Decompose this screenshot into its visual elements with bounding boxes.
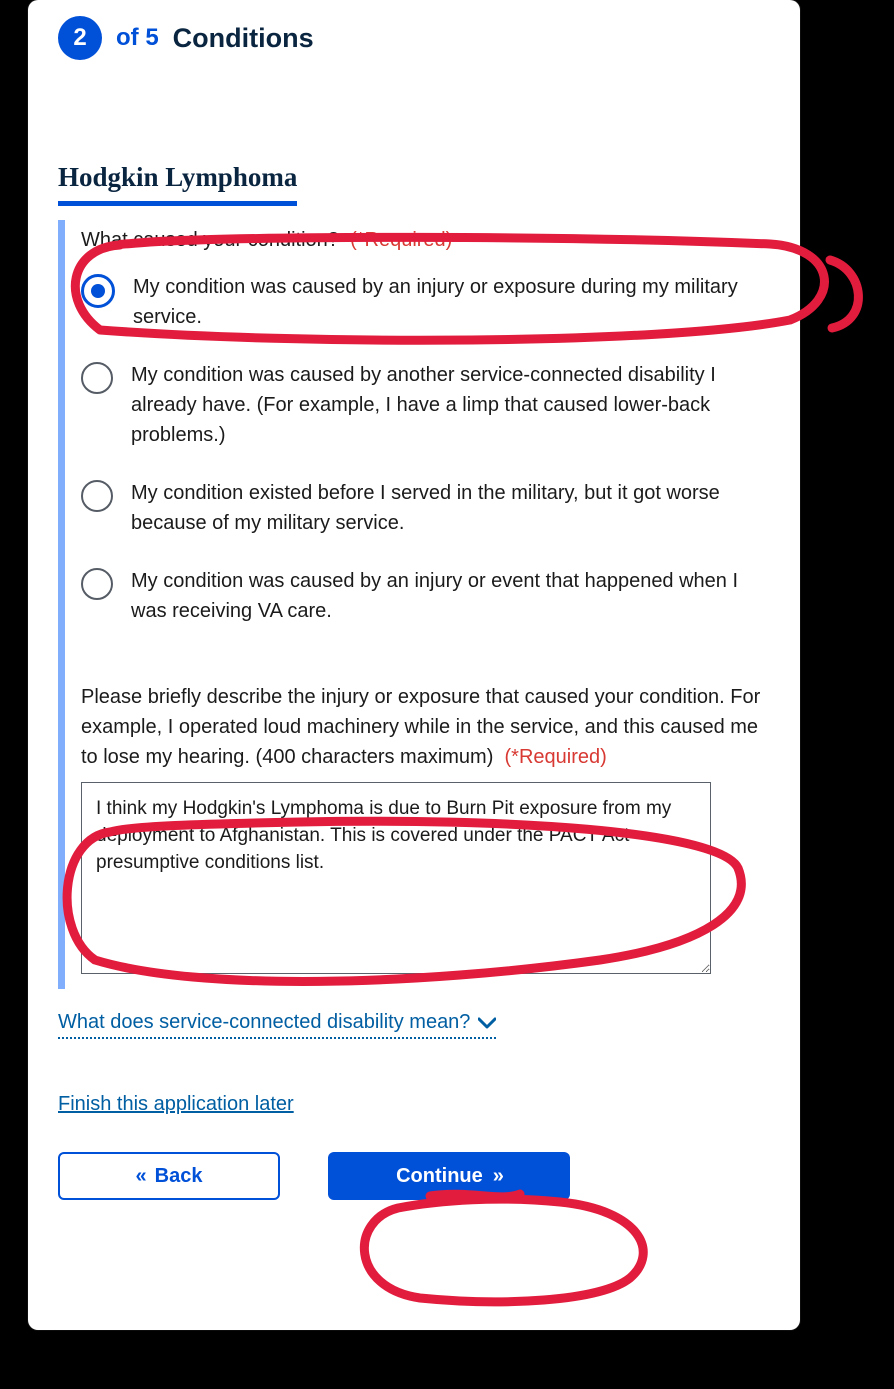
- step-section-name: Conditions: [173, 23, 314, 54]
- back-button[interactable]: « Back: [58, 1152, 280, 1200]
- step-of-text: of 5: [116, 24, 159, 52]
- condition-title: Hodgkin Lymphoma: [58, 162, 297, 206]
- button-row: « Back Continue »: [58, 1152, 770, 1200]
- expander-label: What does service-connected disability m…: [58, 1011, 470, 1034]
- finish-later-link[interactable]: Finish this application later: [58, 1093, 294, 1116]
- cause-option-3[interactable]: My condition existed before I served in …: [81, 478, 770, 538]
- cause-option-1-label: My condition was caused by an injury or …: [133, 272, 770, 332]
- required-indicator: (*Required): [350, 229, 452, 251]
- cause-option-4[interactable]: My condition was caused by an injury or …: [81, 566, 770, 626]
- cause-option-1[interactable]: My condition was caused by an injury or …: [81, 272, 770, 332]
- radio-unselected-icon: [81, 480, 113, 512]
- step-badge: 2: [58, 16, 102, 60]
- cause-option-4-label: My condition was caused by an injury or …: [131, 566, 770, 626]
- cause-option-3-label: My condition existed before I served in …: [131, 478, 770, 538]
- cause-option-2-label: My condition was caused by another servi…: [131, 360, 770, 450]
- cause-radio-group: My condition was caused by an injury or …: [81, 272, 770, 626]
- continue-button[interactable]: Continue »: [328, 1152, 570, 1200]
- description-prompt-text: Please briefly describe the injury or ex…: [81, 686, 760, 768]
- service-connected-expander[interactable]: What does service-connected disability m…: [58, 1011, 496, 1039]
- required-indicator: (*Required): [505, 746, 607, 768]
- description-prompt: Please briefly describe the injury or ex…: [81, 682, 770, 772]
- continue-button-label: Continue: [396, 1165, 483, 1188]
- radio-selected-icon: [81, 274, 115, 308]
- cause-question-label: What caused your condition? (*Required): [81, 226, 770, 254]
- progress-indicator: 2 of 5 Conditions: [58, 16, 770, 60]
- back-button-label: Back: [155, 1165, 203, 1188]
- form-region: What caused your condition? (*Required) …: [58, 220, 770, 989]
- description-textarea[interactable]: [81, 782, 711, 974]
- cause-option-2[interactable]: My condition was caused by another servi…: [81, 360, 770, 450]
- form-card: 2 of 5 Conditions Hodgkin Lymphoma What …: [28, 0, 800, 1330]
- chevron-down-icon: [478, 1017, 496, 1029]
- radio-unselected-icon: [81, 362, 113, 394]
- radio-unselected-icon: [81, 568, 113, 600]
- cause-question-text: What caused your condition?: [81, 229, 339, 251]
